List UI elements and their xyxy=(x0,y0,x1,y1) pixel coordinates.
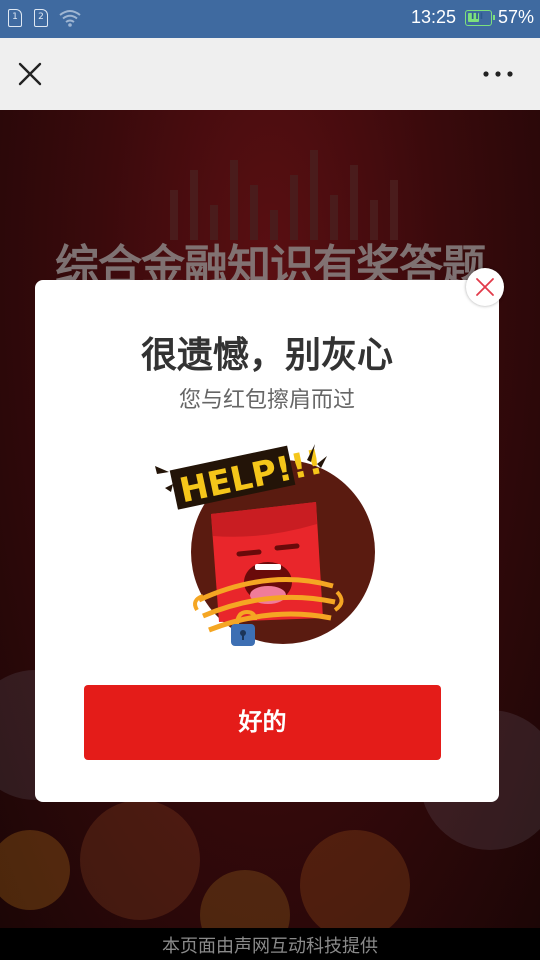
dialog-title: 很遗憾，别灰心 xyxy=(140,335,393,376)
nav-bar xyxy=(0,38,540,110)
help-envelope-illustration: HELP!!! xyxy=(155,442,375,646)
battery-percent: 57% xyxy=(498,7,535,27)
sim2-icon: 2 xyxy=(34,9,48,27)
close-icon[interactable] xyxy=(475,277,495,297)
battery-icon: III xyxy=(465,10,495,26)
sim1-icon: 1 xyxy=(8,9,22,27)
footer-text: 本页面由声网互动科技提供 xyxy=(162,936,378,957)
wifi-icon xyxy=(59,10,81,27)
dialog-subtitle: 您与红包擦肩而过 xyxy=(178,388,355,413)
dialog-close-button[interactable] xyxy=(466,268,504,306)
equalizer-decoration xyxy=(170,150,398,240)
status-time: 13:25 xyxy=(411,7,457,27)
status-bar: 1 2 13:25 III 57% xyxy=(0,0,540,38)
footer: 本页面由声网互动科技提供 xyxy=(0,928,540,960)
ok-button[interactable]: 好的 xyxy=(84,685,441,760)
more-icon[interactable] xyxy=(478,68,518,80)
close-icon[interactable] xyxy=(16,60,44,88)
result-dialog: 很遗憾，别灰心 您与红包擦肩而过 HELP!!! 好的 xyxy=(35,280,499,802)
